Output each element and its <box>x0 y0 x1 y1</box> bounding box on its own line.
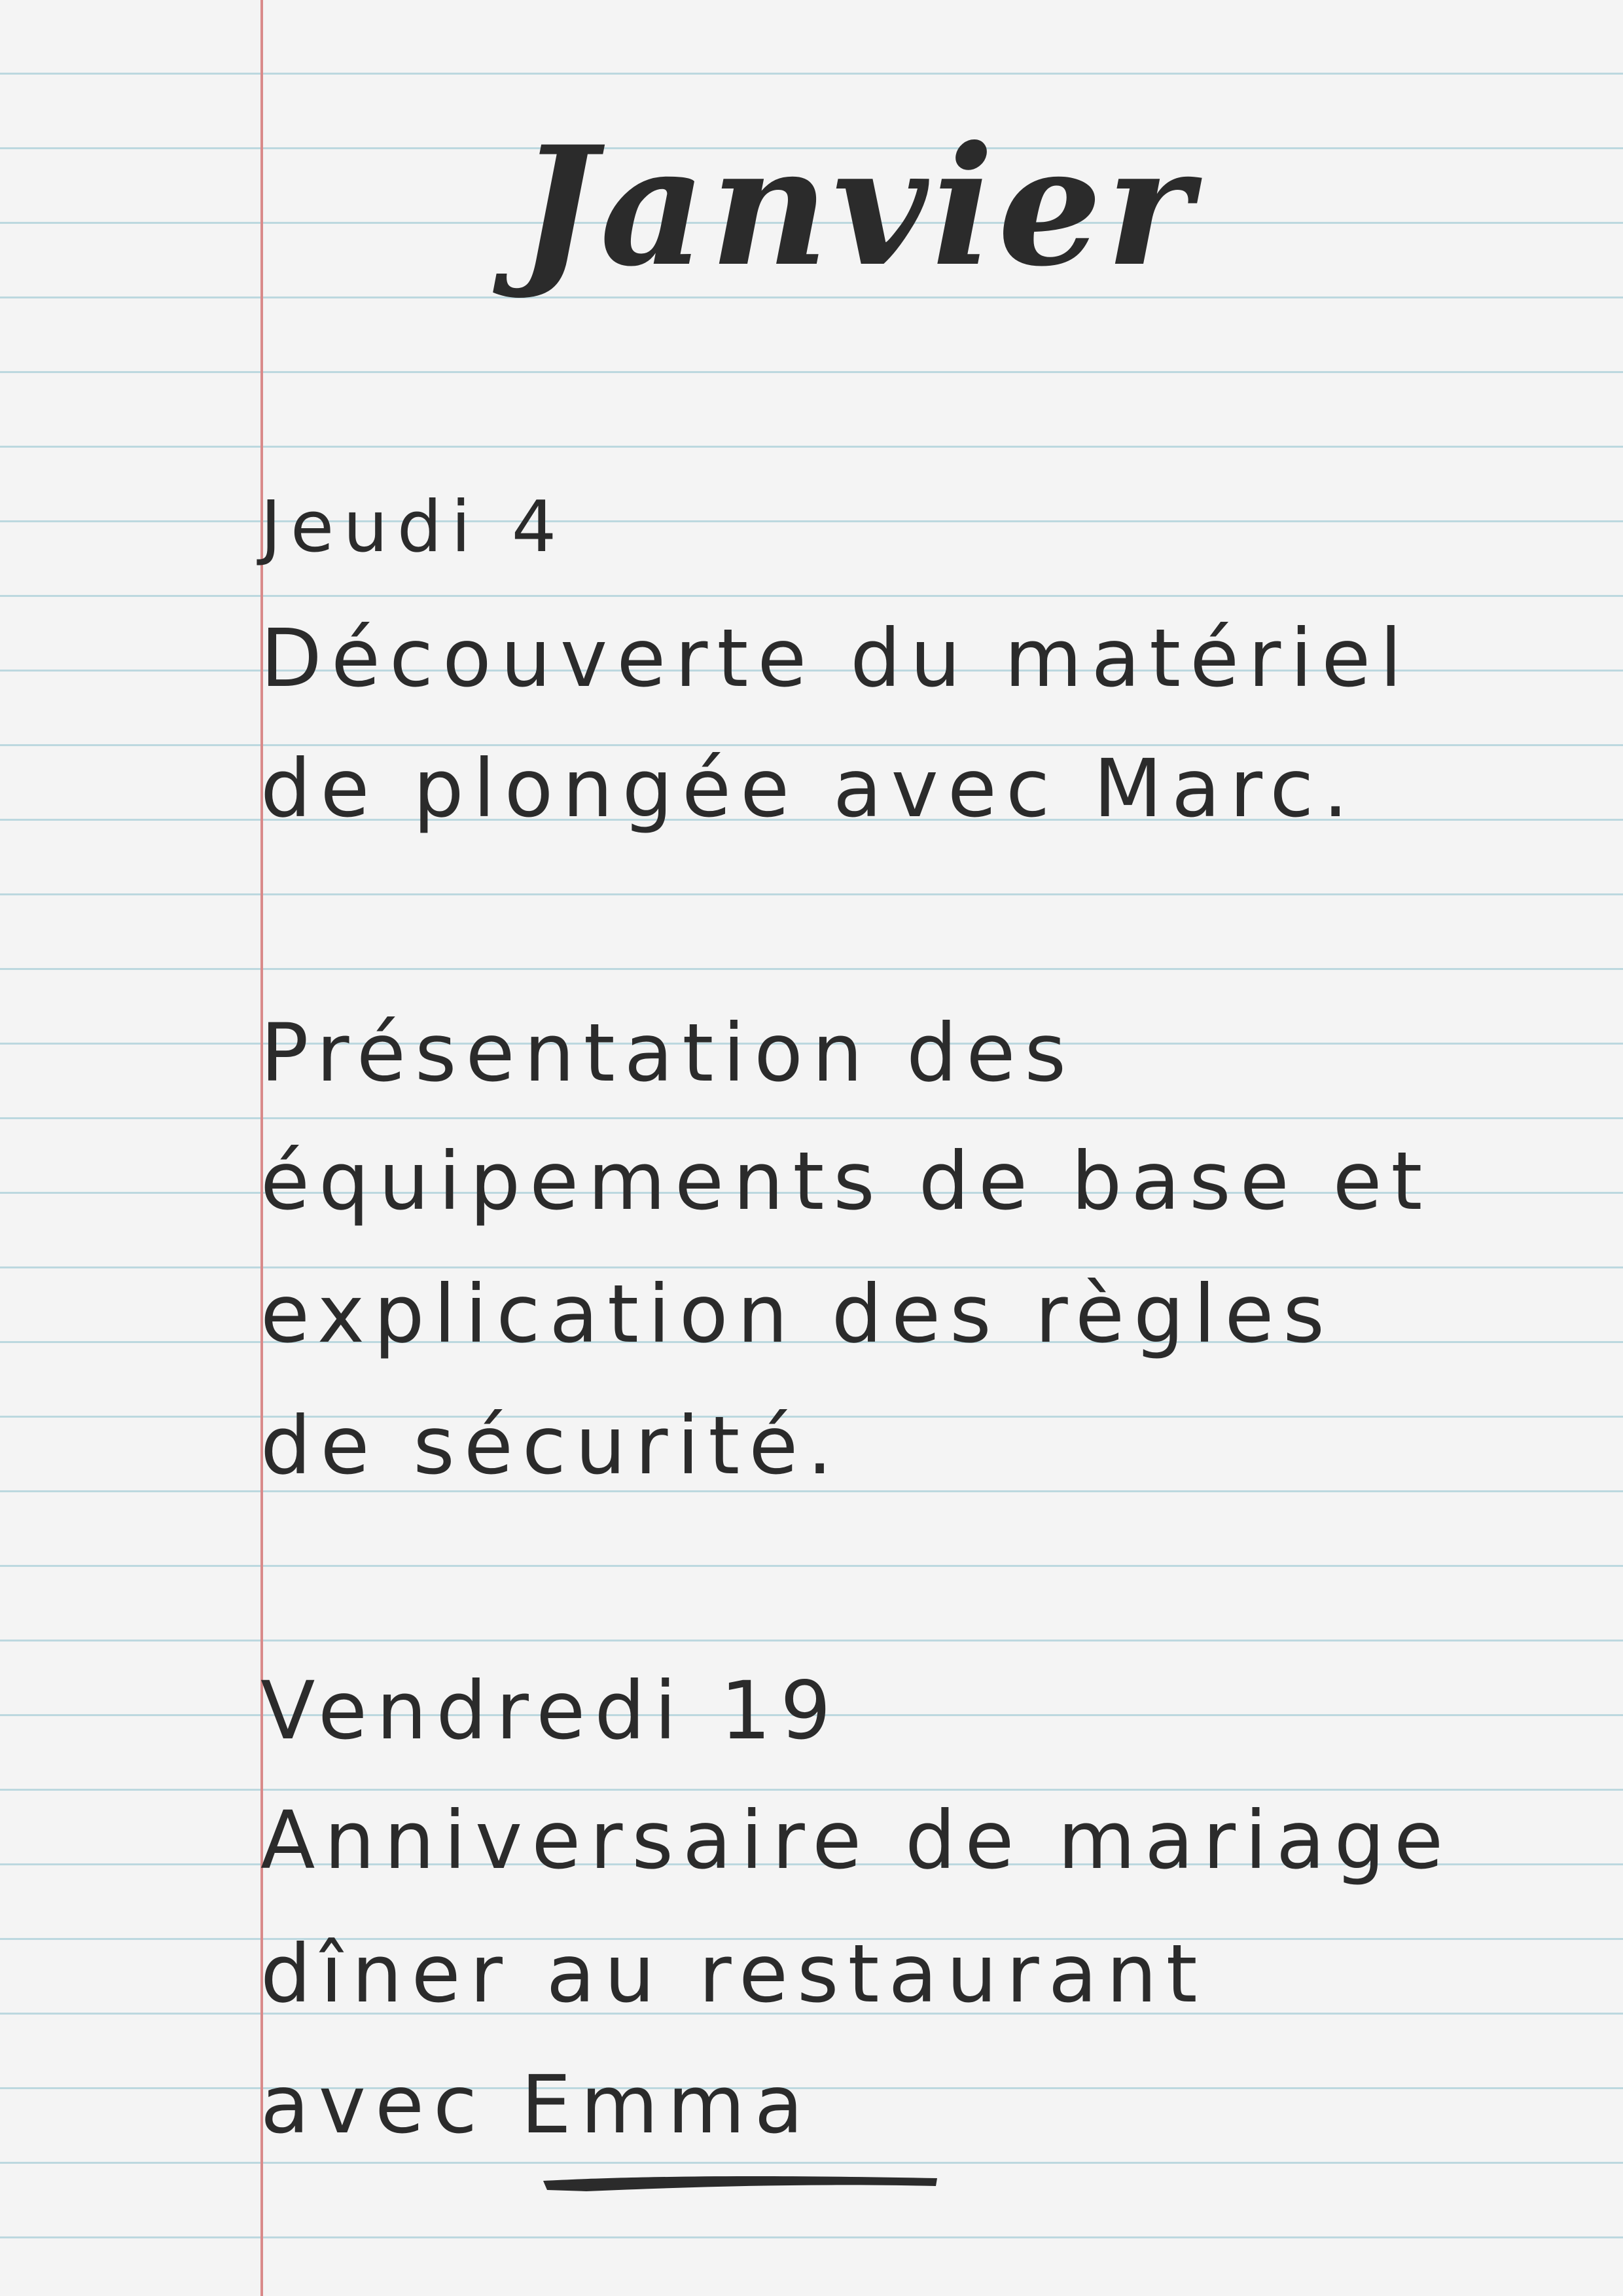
entry-line: équipements de base et <box>260 1135 1432 1228</box>
entry-line: avec Emma <box>260 2058 813 2151</box>
entry-line: Découverte du matériel <box>260 612 1412 705</box>
entry-line: Anniversaire de mariage <box>260 1794 1453 1887</box>
entry-line: explication des règles <box>260 1268 1334 1361</box>
entry-date: Vendredi 19 <box>260 1664 840 1757</box>
underline-stroke <box>543 2176 937 2191</box>
notebook-page: Janvier Jeudi 4 Découverte du matériel d… <box>0 0 1623 2296</box>
entry-line: de sécurité. <box>260 1399 842 1492</box>
entry-line: dîner au restaurant <box>260 1928 1207 2020</box>
entry-line: de plongée avec Marc. <box>260 742 1358 835</box>
page-title: Janvier <box>518 110 1196 302</box>
entry-line: Présentation des <box>260 1007 1076 1100</box>
entry-date: Jeudi 4 <box>260 486 566 568</box>
